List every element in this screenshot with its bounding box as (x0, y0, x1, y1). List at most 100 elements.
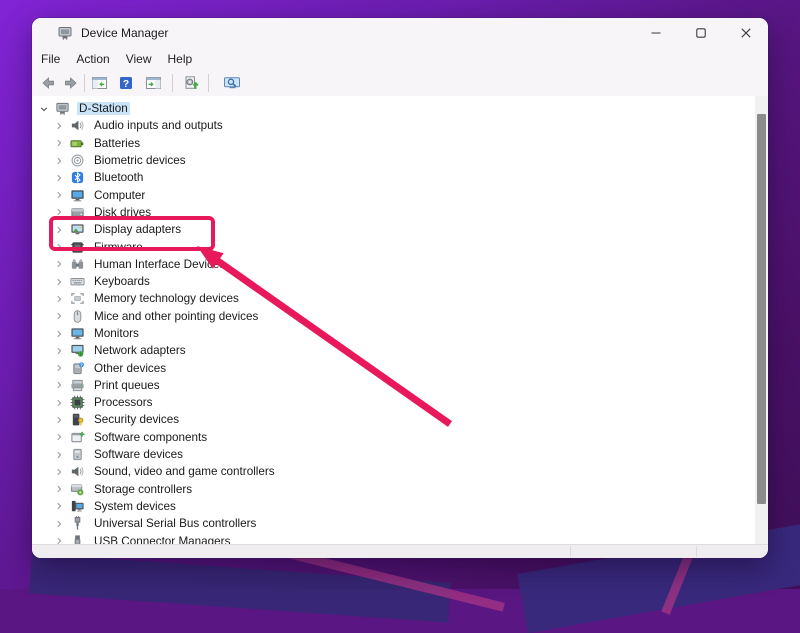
scan-hardware-changes-button[interactable] (221, 72, 243, 94)
tree-item-audio-inputs-and-outputs[interactable]: Audio inputs and outputs (32, 117, 768, 134)
tree-item-label: Disk drives (92, 206, 153, 219)
chevron-right-icon[interactable] (53, 431, 65, 443)
tree-item-label: D-Station (77, 102, 130, 115)
tree-item-sound-video-and-game-controllers[interactable]: Sound, video and game controllers (32, 463, 768, 480)
tree-item-network-adapters[interactable]: Network adapters (32, 342, 768, 359)
tree-item-label: Display adapters (92, 223, 183, 236)
device-tree: D-Station Audio inputs and outputs Batteri… (32, 96, 768, 545)
tree-item-software-devices[interactable]: Software devices (32, 446, 768, 463)
toolbar: ? (32, 70, 768, 97)
tree-item-label: Software components (92, 431, 209, 444)
menu-file[interactable]: File (33, 50, 68, 68)
tree-item-other-devices[interactable]: ?Other devices (32, 359, 768, 376)
tree-item-memory-technology-devices[interactable]: Memory technology devices (32, 290, 768, 307)
chevron-right-icon[interactable] (53, 241, 65, 253)
tree-item-processors[interactable]: Processors (32, 394, 768, 411)
software-component-icon (70, 430, 86, 445)
tree-item-label: Sound, video and game controllers (92, 465, 277, 478)
help-button[interactable]: ? (115, 72, 137, 94)
maximize-button[interactable] (678, 18, 723, 48)
fingerprint-icon (70, 153, 86, 168)
update-driver-button[interactable] (180, 72, 202, 94)
tree-item-mice-and-other-pointing-devices[interactable]: Mice and other pointing devices (32, 308, 768, 325)
tree-item-label: Computer (92, 189, 147, 202)
close-button[interactable] (723, 18, 768, 48)
chevron-right-icon[interactable] (53, 328, 65, 340)
tree-item-bluetooth[interactable]: Bluetooth (32, 169, 768, 186)
memory-card-icon (70, 291, 86, 306)
vertical-scrollbar[interactable] (755, 96, 768, 545)
chevron-right-icon[interactable] (53, 362, 65, 374)
chevron-right-icon[interactable] (53, 449, 65, 461)
tree-item-storage-controllers[interactable]: Storage controllers (32, 481, 768, 498)
chevron-right-icon[interactable] (53, 120, 65, 132)
forward-button[interactable] (59, 72, 81, 94)
tree-item-label: Monitors (92, 327, 141, 340)
tree-item-system-devices[interactable]: System devices (32, 498, 768, 515)
chevron-right-icon[interactable] (53, 379, 65, 391)
menu-help[interactable]: Help (160, 50, 201, 68)
tree-item-keyboards[interactable]: Keyboards (32, 273, 768, 290)
tree-item-label: Batteries (92, 137, 142, 150)
tree-item-print-queues[interactable]: Print queues (32, 377, 768, 394)
tree-item-label: Storage controllers (92, 483, 194, 496)
tree-item-monitors[interactable]: Monitors (32, 325, 768, 342)
computer-icon (70, 188, 86, 203)
usb-controller-icon (70, 516, 86, 531)
chevron-right-icon[interactable] (53, 397, 65, 409)
chevron-right-icon[interactable] (53, 483, 65, 495)
show-action-pane-icon (145, 75, 162, 91)
chevron-right-icon[interactable] (53, 466, 65, 478)
title-bar: Device Manager (32, 18, 768, 48)
tree-item-label: Other devices (92, 362, 168, 375)
tree-item-label: Mice and other pointing devices (92, 310, 260, 323)
tree-item-label: Human Interface Devices (92, 258, 227, 271)
chevron-right-icon[interactable] (53, 137, 65, 149)
show-action-pane-button[interactable] (142, 72, 164, 94)
tree-item-universal-serial-bus-controllers[interactable]: Universal Serial Bus controllers (32, 515, 768, 532)
wallpaper-shape (29, 553, 451, 622)
processor-icon (70, 395, 86, 410)
tree-item-label: Processors (92, 396, 154, 409)
keyboard-icon (70, 274, 86, 289)
minimize-button[interactable] (633, 18, 678, 48)
tree-item-biometric-devices[interactable]: Biometric devices (32, 152, 768, 169)
tree-item-computer[interactable]: Computer (32, 186, 768, 203)
show-console-tree-button[interactable] (88, 72, 110, 94)
back-button[interactable] (37, 72, 59, 94)
software-device-icon (70, 447, 86, 462)
chevron-right-icon[interactable] (53, 155, 65, 167)
chevron-right-icon[interactable] (53, 518, 65, 530)
chevron-right-icon[interactable] (53, 310, 65, 322)
chevron-right-icon[interactable] (53, 345, 65, 357)
security-key-icon (70, 412, 86, 427)
chevron-right-icon[interactable] (53, 189, 65, 201)
mouse-icon (70, 309, 86, 324)
chevron-right-icon[interactable] (53, 276, 65, 288)
bluetooth-icon (70, 170, 86, 185)
chevron-right-icon[interactable] (53, 414, 65, 426)
chevron-right-icon[interactable] (53, 500, 65, 512)
tree-item-security-devices[interactable]: Security devices (32, 411, 768, 428)
tree-item-disk-drives[interactable]: Disk drives (32, 204, 768, 221)
update-driver-icon (183, 75, 200, 91)
tree-item-software-components[interactable]: Software components (32, 429, 768, 446)
printer-icon (70, 378, 86, 393)
chevron-right-icon[interactable] (53, 258, 65, 270)
chevron-right-icon[interactable] (53, 293, 65, 305)
tree-item-display-adapters[interactable]: Display adapters (32, 221, 768, 238)
chevron-right-icon[interactable] (53, 206, 65, 218)
chevron-down-icon[interactable] (38, 103, 50, 115)
chevron-right-icon[interactable] (53, 172, 65, 184)
scrollbar-thumb[interactable] (757, 114, 766, 504)
device-manager-app-icon (57, 25, 73, 41)
menu-action[interactable]: Action (68, 50, 117, 68)
tree-item-label: Audio inputs and outputs (92, 119, 225, 132)
menu-view[interactable]: View (118, 50, 160, 68)
firmware-chip-icon (70, 240, 86, 255)
tree-item-batteries[interactable]: Batteries (32, 135, 768, 152)
tree-item-firmware[interactable]: Firmware (32, 238, 768, 255)
chevron-right-icon[interactable] (53, 224, 65, 236)
tree-item-human-interface-devices[interactable]: Human Interface Devices (32, 256, 768, 273)
tree-item-d-station[interactable]: D-Station (32, 100, 768, 117)
